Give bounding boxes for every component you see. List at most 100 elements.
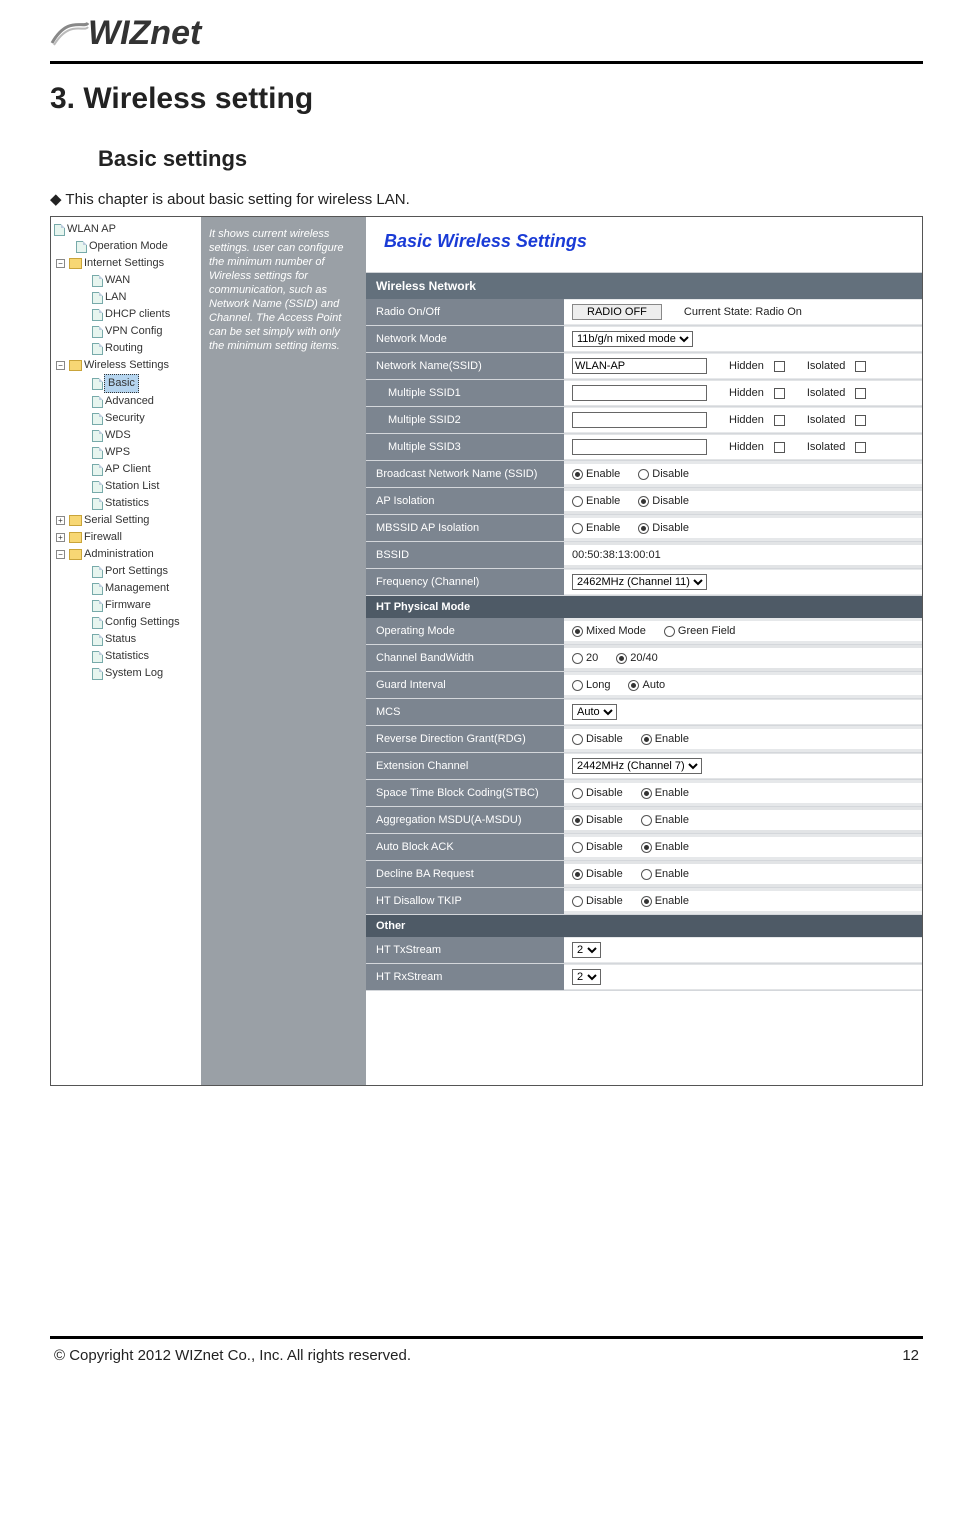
tree-item-apclient[interactable]: AP Client	[54, 461, 199, 478]
opmode-green-radio[interactable]: Green Field	[664, 625, 735, 637]
logo-text: WIZnet	[88, 14, 201, 53]
dba-enable-radio[interactable]: Enable	[641, 868, 689, 880]
page-icon	[54, 224, 65, 236]
tree-item-wps[interactable]: WPS	[54, 444, 199, 461]
collapse-icon[interactable]: −	[56, 550, 65, 559]
expand-icon[interactable]: +	[56, 516, 65, 525]
isolated-checkbox[interactable]	[855, 415, 866, 426]
rdg-enable-radio[interactable]: Enable	[641, 733, 689, 745]
tree-item-dhcp[interactable]: DHCP clients	[54, 306, 199, 323]
tree-item-lan[interactable]: LAN	[54, 289, 199, 306]
tree-folder-firewall[interactable]: +Firewall	[54, 529, 199, 546]
extension-channel-select[interactable]: 2442MHz (Channel 7)	[572, 758, 702, 774]
collapse-icon[interactable]: −	[56, 259, 65, 268]
radio-state: Current State: Radio On	[684, 306, 802, 318]
label-ssid: Network Name(SSID)	[366, 353, 564, 379]
help-text: It shows current wireless settings. user…	[209, 228, 344, 352]
rxstream-select[interactable]: 2	[572, 969, 601, 985]
apiso-enable-radio[interactable]: Enable	[572, 495, 620, 507]
radio-off-button[interactable]: RADIO OFF	[572, 304, 662, 320]
folder-icon	[69, 360, 82, 371]
tree-item-config[interactable]: Config Settings	[54, 614, 199, 631]
amsdu-disable-radio[interactable]: Disable	[572, 814, 623, 826]
gi-long-radio[interactable]: Long	[572, 679, 610, 691]
tree-root[interactable]: WLAN AP	[54, 221, 199, 238]
expand-icon[interactable]: +	[56, 533, 65, 542]
label-mssid2: Multiple SSID2	[366, 407, 564, 433]
mssid2-input[interactable]	[572, 412, 707, 428]
tree-item-routing[interactable]: Routing	[54, 340, 199, 357]
mssid3-input[interactable]	[572, 439, 707, 455]
tree-item-mgmt[interactable]: Management	[54, 580, 199, 597]
dba-disable-radio[interactable]: Disable	[572, 868, 623, 880]
cbw-2040-radio[interactable]: 20/40	[616, 652, 658, 664]
tree-folder-internet[interactable]: −Internet Settings	[54, 255, 199, 272]
tree-item-firmware[interactable]: Firmware	[54, 597, 199, 614]
tree-item-security[interactable]: Security	[54, 410, 199, 427]
tree-item-stats2[interactable]: Statistics	[54, 648, 199, 665]
tree-item-stationlist[interactable]: Station List	[54, 478, 199, 495]
page-icon	[92, 447, 103, 459]
collapse-icon[interactable]: −	[56, 361, 65, 370]
label-broadcast: Broadcast Network Name (SSID)	[366, 461, 564, 487]
label-apiso: AP Isolation	[366, 488, 564, 514]
tkip-disable-radio[interactable]: Disable	[572, 895, 623, 907]
label-rxstream: HT RxStream	[366, 964, 564, 990]
page-icon	[92, 326, 103, 338]
bssid-value: 00:50:38:13:00:01	[572, 549, 661, 561]
aback-enable-radio[interactable]: Enable	[641, 841, 689, 853]
page-icon	[92, 464, 103, 476]
ssid-input[interactable]	[572, 358, 707, 374]
stbc-enable-radio[interactable]: Enable	[641, 787, 689, 799]
isolated-checkbox[interactable]	[855, 388, 866, 399]
label-cbw: Channel BandWidth	[366, 645, 564, 671]
mbssid-enable-radio[interactable]: Enable	[572, 522, 620, 534]
page-icon	[92, 343, 103, 355]
broadcast-disable-radio[interactable]: Disable	[638, 468, 689, 480]
aback-disable-radio[interactable]: Disable	[572, 841, 623, 853]
page-number: 12	[902, 1347, 919, 1364]
tree-item-syslog[interactable]: System Log	[54, 665, 199, 682]
stbc-disable-radio[interactable]: Disable	[572, 787, 623, 799]
cbw-20-radio[interactable]: 20	[572, 652, 598, 664]
tree-item-advanced[interactable]: Advanced	[54, 393, 199, 410]
footer-rule	[50, 1336, 923, 1339]
tree-folder-admin[interactable]: −Administration	[54, 546, 199, 563]
gi-auto-radio[interactable]: Auto	[628, 679, 665, 691]
mssid1-input[interactable]	[572, 385, 707, 401]
hidden-checkbox[interactable]	[774, 415, 785, 426]
network-mode-select[interactable]: 11b/g/n mixed mode	[572, 331, 693, 347]
isolated-checkbox[interactable]	[855, 442, 866, 453]
tree-item-basic[interactable]: Basic	[54, 374, 199, 393]
tree-item-operation-mode[interactable]: Operation Mode	[54, 238, 199, 255]
tree-item-status[interactable]: Status	[54, 631, 199, 648]
tree-item-wds[interactable]: WDS	[54, 427, 199, 444]
tree-item-port[interactable]: Port Settings	[54, 563, 199, 580]
mbssid-disable-radio[interactable]: Disable	[638, 522, 689, 534]
label-dba: Decline BA Request	[366, 861, 564, 887]
label-mcs: MCS	[366, 699, 564, 725]
tree-item-wan[interactable]: WAN	[54, 272, 199, 289]
label-aback: Auto Block ACK	[366, 834, 564, 860]
broadcast-enable-radio[interactable]: Enable	[572, 468, 620, 480]
folder-icon	[69, 532, 82, 543]
isolated-checkbox[interactable]	[855, 361, 866, 372]
txstream-select[interactable]: 2	[572, 942, 601, 958]
tree-folder-serial[interactable]: +Serial Setting	[54, 512, 199, 529]
help-panel: It shows current wireless settings. user…	[201, 217, 366, 1085]
label-ext: Extension Channel	[366, 753, 564, 779]
hidden-checkbox[interactable]	[774, 361, 785, 372]
frequency-select[interactable]: 2462MHz (Channel 11)	[572, 574, 707, 590]
tree-folder-wireless[interactable]: −Wireless Settings	[54, 357, 199, 374]
opmode-mixed-radio[interactable]: Mixed Mode	[572, 625, 646, 637]
tkip-enable-radio[interactable]: Enable	[641, 895, 689, 907]
hidden-checkbox[interactable]	[774, 442, 785, 453]
tree-item-vpn[interactable]: VPN Config	[54, 323, 199, 340]
hidden-checkbox[interactable]	[774, 388, 785, 399]
tree-item-statistics[interactable]: Statistics	[54, 495, 199, 512]
apiso-disable-radio[interactable]: Disable	[638, 495, 689, 507]
amsdu-enable-radio[interactable]: Enable	[641, 814, 689, 826]
mcs-select[interactable]: Auto	[572, 704, 617, 720]
label-amsdu: Aggregation MSDU(A-MSDU)	[366, 807, 564, 833]
rdg-disable-radio[interactable]: Disable	[572, 733, 623, 745]
